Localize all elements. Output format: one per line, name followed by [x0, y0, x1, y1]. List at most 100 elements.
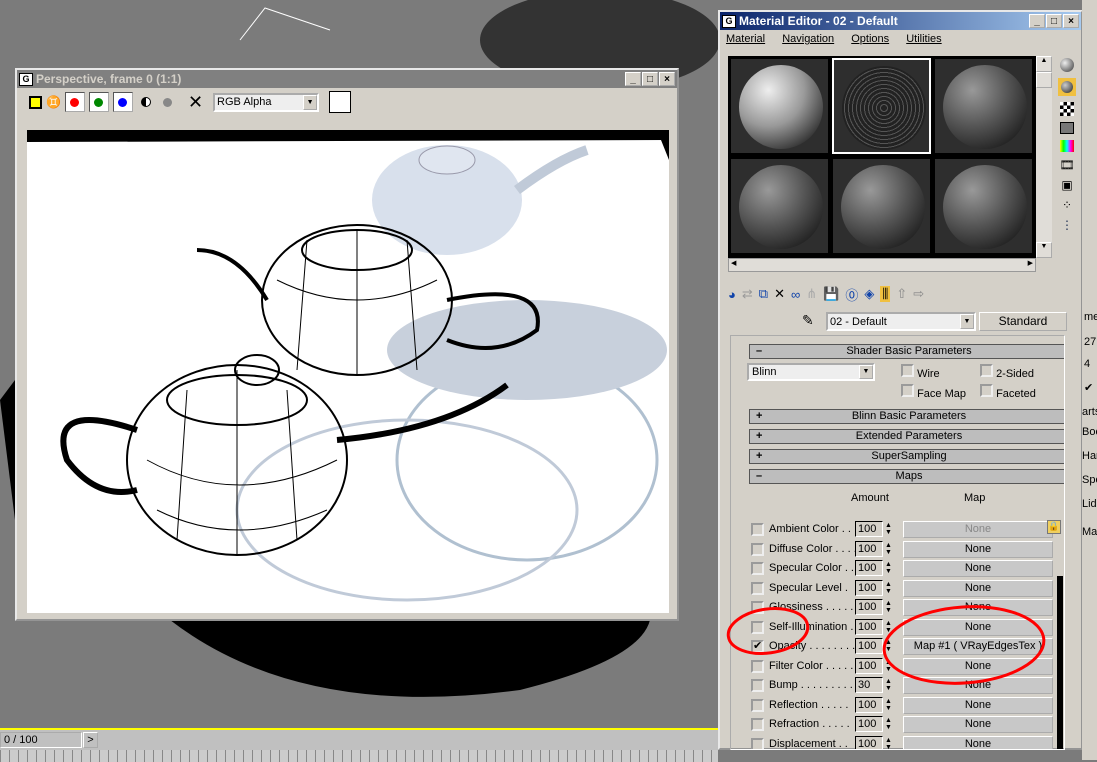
panel-fragment[interactable]: 27 [1084, 336, 1096, 348]
amount-spinner[interactable]: ▲ ▼ [885, 542, 892, 556]
make-preview-icon[interactable]: 🎞 [1059, 158, 1074, 172]
map-amount-field[interactable]: 100 [855, 735, 883, 749]
menu-material[interactable]: Material [726, 33, 765, 45]
video-color-check-icon[interactable] [1060, 140, 1074, 152]
sample-slot-3[interactable] [934, 58, 1033, 154]
sample-type-icon[interactable] [1060, 58, 1074, 72]
map-slot-button[interactable]: None [903, 696, 1053, 714]
map-amount-field[interactable]: 100 [855, 638, 883, 654]
panel-check-icon[interactable]: ✔ [1084, 381, 1093, 394]
map-amount-field[interactable]: 100 [855, 540, 883, 557]
amount-spinner[interactable]: ▲ ▼ [885, 678, 892, 692]
amount-spinner[interactable]: ▲ ▼ [885, 698, 892, 712]
sample-slot-5[interactable] [832, 158, 931, 254]
menu-navigation[interactable]: Navigation [782, 33, 834, 45]
scroll-down-icon[interactable]: ▼ [1036, 242, 1052, 258]
channel-select[interactable]: RGB Alpha ▼ [213, 92, 320, 112]
map-amount-field[interactable]: 100 [855, 521, 883, 537]
map-amount-field[interactable]: 100 [855, 696, 883, 713]
lock-icon[interactable]: 🔒 [1047, 520, 1061, 534]
map-enable-checkbox[interactable] [751, 737, 764, 749]
rollout-supersampling[interactable]: + SuperSampling [749, 449, 1064, 464]
slots-vertical-scrollbar[interactable]: ▲ ▼ [1036, 56, 1052, 258]
panel-scrollbar[interactable] [1057, 576, 1063, 749]
assign-to-selection-icon[interactable]: ⧉ [759, 286, 768, 302]
map-amount-field[interactable]: 100 [855, 657, 883, 674]
minimize-button[interactable]: _ [625, 72, 641, 86]
map-slot-button[interactable]: None [903, 618, 1053, 636]
rollout-shader-basic-parameters[interactable]: – Shader Basic Parameters [749, 344, 1064, 359]
map-enable-checkbox[interactable] [751, 523, 764, 536]
sample-slot-4[interactable] [730, 158, 829, 254]
map-enable-checkbox[interactable] [751, 679, 764, 692]
show-end-result-icon[interactable]: ⫼ [880, 286, 891, 302]
map-slot-button[interactable]: None [903, 657, 1053, 675]
maximize-button[interactable]: □ [1046, 14, 1062, 28]
maximize-button[interactable]: □ [642, 72, 658, 86]
blue-channel-button[interactable] [112, 92, 133, 112]
map-amount-field[interactable]: 100 [855, 599, 883, 615]
map-slot-button[interactable]: None [903, 735, 1053, 749]
amount-spinner[interactable]: ▲ ▼ [885, 717, 892, 731]
amount-spinner[interactable]: ▲ ▼ [885, 639, 892, 653]
rollout-blinn-basic-parameters[interactable]: + Blinn Basic Parameters [749, 409, 1064, 424]
red-channel-button[interactable] [64, 92, 85, 112]
amount-spinner[interactable]: ▲ ▼ [885, 581, 892, 595]
save-icon[interactable] [29, 95, 42, 109]
make-copy-icon[interactable]: ∞ [791, 287, 800, 302]
amount-spinner[interactable]: ▲ ▼ [885, 600, 892, 614]
scroll-left-icon[interactable]: ◀ [731, 259, 736, 267]
map-enable-checkbox[interactable]: ✔ [751, 640, 764, 653]
put-to-scene-icon[interactable]: ⇄ [742, 286, 753, 302]
map-slot-button[interactable]: None [903, 599, 1053, 616]
clear-icon[interactable]: ✕ [188, 92, 203, 113]
scroll-up-icon[interactable]: ▲ [1036, 56, 1052, 72]
menu-utilities[interactable]: Utilities [906, 33, 941, 45]
close-button[interactable]: × [659, 72, 675, 86]
close-button[interactable]: × [1063, 14, 1079, 28]
map-slot-button[interactable]: None [903, 716, 1053, 733]
menu-options[interactable]: Options [851, 33, 889, 45]
amount-spinner[interactable]: ▲ ▼ [885, 522, 892, 536]
two-sided-checkbox[interactable]: 2-Sided [980, 364, 1034, 380]
map-enable-checkbox[interactable] [751, 698, 764, 712]
map-slot-button[interactable]: None [903, 579, 1053, 597]
sample-uv-tiling-icon[interactable] [1060, 122, 1074, 134]
wire-checkbox[interactable]: Wire [901, 364, 940, 380]
map-enable-checkbox[interactable] [751, 562, 764, 575]
map-enable-checkbox[interactable] [751, 601, 764, 614]
amount-spinner[interactable]: ▲ ▼ [885, 737, 892, 750]
map-enable-checkbox[interactable] [751, 542, 764, 556]
slots-horizontal-scrollbar[interactable]: ◀ ▶ [728, 258, 1036, 272]
map-slot-button[interactable]: None [903, 540, 1053, 558]
map-enable-checkbox[interactable] [751, 659, 764, 673]
material-name-field[interactable]: 02 - Default ▼ [826, 312, 976, 331]
backlight-icon[interactable] [1058, 78, 1076, 96]
next-frame-button[interactable]: > [83, 732, 98, 748]
go-to-parent-icon[interactable]: ⇧ [896, 286, 907, 302]
map-amount-field[interactable]: 100 [855, 560, 883, 576]
map-enable-checkbox[interactable] [751, 581, 764, 595]
make-unique-icon[interactable]: ⋔ [806, 286, 817, 302]
map-slot-button[interactable]: None [903, 677, 1053, 694]
map-amount-field[interactable]: 100 [855, 716, 883, 732]
amount-spinner[interactable]: ▲ ▼ [885, 659, 892, 673]
clone-icon[interactable]: ♊ [46, 95, 61, 109]
sample-slot-1[interactable] [730, 58, 829, 154]
rollout-maps[interactable]: – Maps [749, 469, 1064, 484]
map-slot-button[interactable]: Map #1 ( VRayEdgesTex ) [903, 638, 1053, 655]
green-channel-button[interactable] [88, 92, 109, 112]
put-to-library-icon[interactable]: 💾 [823, 286, 839, 302]
chevron-down-icon[interactable]: ▼ [960, 314, 974, 329]
shader-type-select[interactable]: Blinn ▼ [747, 363, 875, 381]
map-enable-checkbox[interactable] [751, 718, 764, 731]
scroll-thumb[interactable] [1036, 72, 1052, 88]
material-type-button[interactable]: Standard [979, 312, 1067, 331]
get-material-icon[interactable]: ◕ [728, 287, 736, 302]
rollout-extended-parameters[interactable]: + Extended Parameters [749, 429, 1064, 444]
sample-slot-2-selected[interactable] [832, 58, 931, 154]
sample-slot-6[interactable] [934, 158, 1033, 254]
map-amount-field[interactable]: 100 [855, 618, 883, 635]
map-slot-button[interactable]: None [903, 560, 1053, 577]
alpha-icon[interactable] [162, 97, 172, 107]
